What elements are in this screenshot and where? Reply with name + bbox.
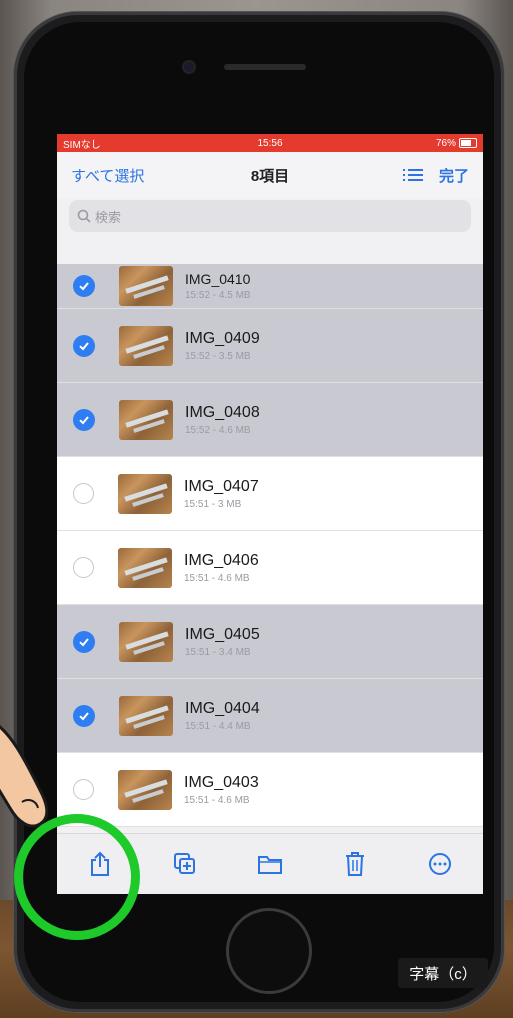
file-row[interactable]: IMG_0410 15:52 - 4.5 MB xyxy=(57,264,483,309)
delete-button[interactable] xyxy=(337,846,373,882)
select-all-button[interactable]: すべて選択 xyxy=(71,165,144,186)
file-name: IMG_0408 xyxy=(185,403,260,421)
file-name: IMG_0405 xyxy=(185,625,260,643)
file-thumbnail xyxy=(119,695,173,736)
trash-icon xyxy=(346,852,365,876)
earpiece xyxy=(224,64,306,70)
search-field[interactable]: 検索 xyxy=(69,200,471,232)
file-meta: 15:51 - 3.4 MB xyxy=(185,646,251,658)
file-name: IMG_0409 xyxy=(185,329,260,347)
file-row[interactable]: IMG_0409 15:52 - 3.5 MB xyxy=(57,309,483,383)
highlight-circle xyxy=(14,814,140,940)
file-name: IMG_0404 xyxy=(185,699,260,717)
folder-icon xyxy=(257,856,282,874)
checkbox-checked[interactable] xyxy=(73,408,95,431)
file-row[interactable]: IMG_0407 15:51 - 3 MB xyxy=(57,457,483,531)
file-list: IMG_0410 15:52 - 4.5 MB IMG_0409 15:52 - 3… xyxy=(57,264,483,827)
checkbox-checked[interactable] xyxy=(73,630,95,653)
file-row[interactable]: IMG_0404 15:51 - 4.4 MB xyxy=(57,679,483,753)
battery-percent: 76% xyxy=(435,137,456,149)
file-meta: 15:52 - 4.6 MB xyxy=(185,424,251,436)
file-meta: 15:52 - 3.5 MB xyxy=(185,350,251,362)
file-thumbnail xyxy=(118,547,172,588)
status-time: 15:56 xyxy=(257,137,283,149)
battery-icon xyxy=(459,137,477,148)
checkbox-checked[interactable] xyxy=(73,704,95,727)
file-name: IMG_0403 xyxy=(184,773,259,791)
list-view-icon[interactable] xyxy=(402,168,423,182)
done-button[interactable]: 完了 xyxy=(439,165,469,186)
file-thumbnail xyxy=(119,399,173,440)
move-button[interactable] xyxy=(252,846,288,882)
front-camera xyxy=(184,62,194,72)
file-thumbnail xyxy=(118,769,172,810)
file-thumbnail xyxy=(119,325,173,366)
file-row[interactable]: IMG_0405 15:51 - 3.4 MB xyxy=(57,605,483,679)
carrier-label: SIMなし xyxy=(63,139,101,151)
home-button[interactable] xyxy=(226,908,312,994)
file-name: IMG_0410 xyxy=(185,271,251,287)
checkbox-unchecked[interactable] xyxy=(73,779,94,800)
file-thumbnail xyxy=(119,621,173,662)
file-meta: 15:51 - 4.4 MB xyxy=(185,720,251,732)
battery-status: 76% xyxy=(436,138,477,149)
file-meta: 15:51 - 4.6 MB xyxy=(184,572,250,584)
duplicate-button[interactable] xyxy=(167,846,203,882)
file-meta: 15:52 - 4.5 MB xyxy=(185,290,251,301)
navigation-bar: すべて選択 8項目 完了 xyxy=(57,152,483,198)
subtitle-badge: 字幕（c） xyxy=(398,958,488,988)
file-name: IMG_0406 xyxy=(184,551,259,569)
file-meta: 15:51 - 3 MB xyxy=(184,498,242,510)
more-button[interactable] xyxy=(422,846,458,882)
file-row[interactable]: IMG_0403 15:51 - 4.6 MB xyxy=(57,753,483,827)
duplicate-icon xyxy=(173,853,195,874)
checkbox-unchecked[interactable] xyxy=(73,557,94,578)
checkbox-checked[interactable] xyxy=(73,334,95,357)
search-icon xyxy=(77,209,91,223)
file-row[interactable]: IMG_0408 15:52 - 4.6 MB xyxy=(57,383,483,457)
more-icon xyxy=(429,853,452,875)
file-meta: 15:51 - 4.6 MB xyxy=(184,794,250,806)
status-bar: SIMなし 15:56 76% xyxy=(57,134,483,152)
file-row[interactable]: IMG_0406 15:51 - 4.6 MB xyxy=(57,531,483,605)
checkbox-unchecked[interactable] xyxy=(73,483,94,504)
pointing-finger-illustration xyxy=(0,725,49,828)
nav-right-group: 完了 xyxy=(402,165,469,186)
checkbox-checked[interactable] xyxy=(73,275,95,297)
file-thumbnail xyxy=(118,473,172,514)
file-name: IMG_0407 xyxy=(184,477,259,495)
files-app-screen: SIMなし 15:56 76% すべて選択 8項目 完了 検索 IMG_0410… xyxy=(57,134,483,894)
file-thumbnail xyxy=(119,266,173,306)
search-placeholder: 検索 xyxy=(95,209,122,225)
